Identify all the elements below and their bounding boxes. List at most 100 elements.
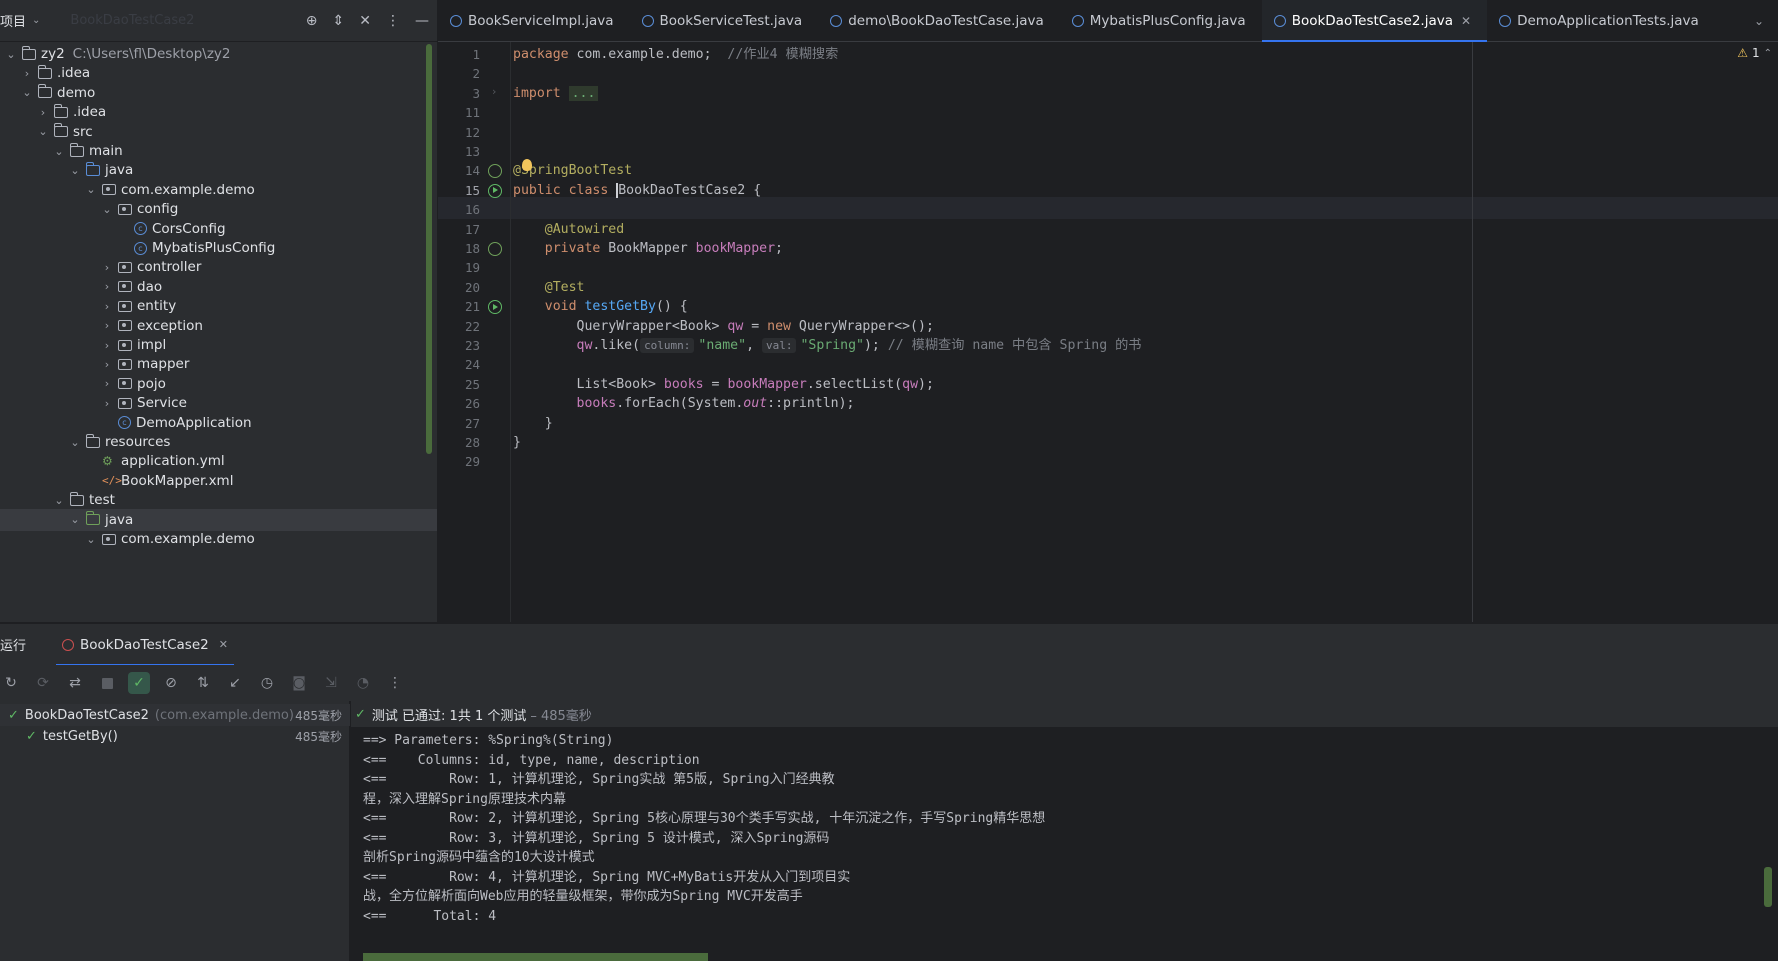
chevron-right-icon[interactable]: › — [100, 261, 114, 274]
test-folder-icon — [85, 511, 100, 526]
test-result-row[interactable]: ✓ testGetBy() 485毫秒 — [0, 725, 350, 747]
editor-tab[interactable]: BookServiceTest.java — [630, 0, 819, 41]
code-token: BookMapper — [608, 241, 696, 256]
chevron-right-icon[interactable]: › — [36, 106, 50, 119]
chevron-right-icon[interactable]: › — [100, 280, 114, 293]
java-class-icon — [641, 15, 654, 27]
project-panel-title[interactable]: 项目 — [0, 11, 26, 30]
module-icon — [21, 45, 36, 60]
editor-tab[interactable]: BookServiceImpl.java — [438, 0, 630, 41]
sort-icon[interactable]: ⇅ — [192, 672, 214, 694]
chevron-down-icon[interactable]: ⌄ — [52, 145, 66, 158]
show-ignored-icon[interactable]: ⊘ — [160, 672, 182, 694]
camera-icon[interactable]: ◙ — [288, 672, 310, 694]
chevron-right-icon[interactable]: › — [100, 339, 114, 352]
editor-tab[interactable]: demo\BookDaoTestCase.java — [818, 0, 1060, 41]
line-number: 23 — [464, 338, 480, 353]
code-token: ); — [863, 338, 888, 353]
line-number: 26 — [464, 396, 480, 412]
code-token: //作业4 模糊搜索 — [719, 47, 839, 62]
tree-item-label: MybatisPlusConfig — [152, 240, 276, 256]
code-editor[interactable]: 1 2 3 › 11 12 13 14 15 16 17 18 19 20 21 22 23 24 25 26 27 28… — [438, 42, 1778, 622]
run-tab[interactable]: BookDaoTestCase2 ✕ — [48, 624, 242, 666]
code-line[interactable]: public class BookDaoTestCase2 { — [513, 180, 761, 202]
test-name: testGetBy() — [42, 728, 118, 744]
chevron-down-icon[interactable]: ⌄ — [84, 183, 98, 196]
coverage-icon[interactable]: ◔ — [352, 672, 374, 694]
toggle-auto-test-icon[interactable]: ⇄ — [64, 672, 86, 694]
chevron-down-icon[interactable]: ⌄ — [68, 436, 82, 449]
collapse-icon[interactable]: ↙ — [224, 672, 246, 694]
code-line[interactable]: books.forEach(System.out::println); — [513, 393, 855, 415]
code-token: ::println); — [767, 396, 855, 412]
java-class-icon — [1273, 15, 1286, 27]
chevron-up-icon[interactable]: ⌃ — [1764, 48, 1772, 59]
package-icon — [118, 339, 132, 351]
code-token: bookMapper — [695, 241, 776, 256]
chevron-down-icon[interactable]: ⌄ — [68, 513, 82, 526]
run-test-icon[interactable] — [488, 300, 502, 315]
expand-all-icon[interactable]: ⇕ — [333, 13, 345, 29]
run-test-icon[interactable] — [488, 183, 502, 198]
chevron-down-icon[interactable]: ⌄ — [52, 494, 66, 507]
code-line[interactable]: import ... — [513, 83, 599, 105]
code-line[interactable]: private BookMapper bookMapper; — [513, 238, 783, 260]
code-line[interactable]: } — [513, 432, 521, 454]
tree-item[interactable]: ⌄ com.example.demo — [0, 528, 437, 550]
stop-button[interactable] — [96, 672, 118, 694]
editor-tab-label: MybatisPlusConfig.java — [1089, 12, 1246, 29]
code-line[interactable]: package com.example.demo; //作业4 模糊搜索 — [513, 44, 838, 66]
line-number: 20 — [464, 279, 480, 295]
console-scrollbar[interactable] — [1764, 867, 1772, 907]
close-icon[interactable]: ✕ — [1461, 14, 1471, 28]
tree-item-label: src — [73, 123, 93, 140]
chevron-right-icon[interactable]: › — [100, 377, 114, 390]
chevron-right-icon[interactable]: › — [100, 300, 114, 313]
intention-bulb-icon[interactable] — [522, 159, 532, 172]
editor-tab[interactable]: BookDaoTestCase2.java ✕ — [1261, 0, 1488, 42]
line-number: 21 — [464, 299, 480, 315]
chevron-down-icon[interactable]: ⌄ — [100, 203, 114, 216]
spring-bean-icon[interactable] — [488, 164, 502, 179]
code-token: ; — [775, 241, 783, 256]
fold-chevron-icon[interactable]: › — [492, 85, 496, 98]
close-icon[interactable]: ✕ — [219, 638, 228, 651]
chevron-right-icon[interactable]: › — [100, 319, 114, 332]
more-options-icon[interactable]: ⋮ — [384, 672, 406, 694]
project-panel-actions: ⊕ ⇕ ✕ ⋮ — — [306, 0, 429, 42]
tabs-more-icon[interactable]: ⌄ — [1754, 0, 1764, 42]
code-line[interactable]: qw.like(column: "name", val: "Spring"); //… — [513, 335, 1141, 357]
spring-bean-icon[interactable] — [488, 242, 502, 256]
chevron-down-icon[interactable]: ⌄ — [32, 15, 40, 26]
chevron-down-icon[interactable]: ⌄ — [36, 125, 50, 138]
chevron-down-icon[interactable]: ⌄ — [4, 48, 18, 61]
more-options-icon[interactable]: ⋮ — [386, 13, 400, 29]
editor-tab[interactable]: MybatisPlusConfig.java — [1060, 0, 1262, 41]
project-tree-scrollbar[interactable] — [426, 44, 432, 454]
editor-tab[interactable]: DemoApplicationTests.java — [1487, 0, 1715, 41]
import-icon[interactable]: ⇲ — [320, 672, 342, 694]
rerun-failed-icon[interactable]: ⟳ — [32, 672, 54, 694]
collapse-all-icon[interactable]: ✕ — [359, 13, 371, 29]
history-icon[interactable]: ◷ — [256, 672, 278, 694]
inspection-widget[interactable]: ⚠ 1 ⌃ — [1737, 46, 1772, 60]
chevron-right-icon[interactable]: › — [100, 358, 114, 371]
chevron-right-icon[interactable]: › — [100, 397, 114, 410]
chevron-down-icon[interactable]: ⌄ — [68, 164, 82, 177]
show-passed-icon[interactable]: ✓ — [128, 672, 150, 694]
rerun-icon[interactable]: ↻ — [0, 672, 22, 694]
run-panel-title[interactable]: 运行 — [0, 635, 48, 654]
code-token: > — [711, 318, 728, 334]
code-token: qw — [902, 376, 919, 392]
test-result-row[interactable]: ✓ BookDaoTestCase2 (com.example.demo) 485毫秒 — [0, 704, 350, 726]
line-number: 2 — [472, 66, 480, 82]
chevron-right-icon[interactable]: › — [20, 67, 34, 80]
run-console[interactable]: ✓ 测试 已通过: 1共 1 个测试 – 485毫秒 ==> Parameter… — [351, 701, 1778, 961]
tree-item-label: com.example.demo — [121, 181, 255, 198]
target-icon[interactable]: ⊕ — [306, 13, 318, 29]
minimize-icon[interactable]: — — [415, 13, 429, 29]
chevron-down-icon[interactable]: ⌄ — [84, 533, 98, 546]
chevron-down-icon[interactable]: ⌄ — [20, 86, 34, 99]
